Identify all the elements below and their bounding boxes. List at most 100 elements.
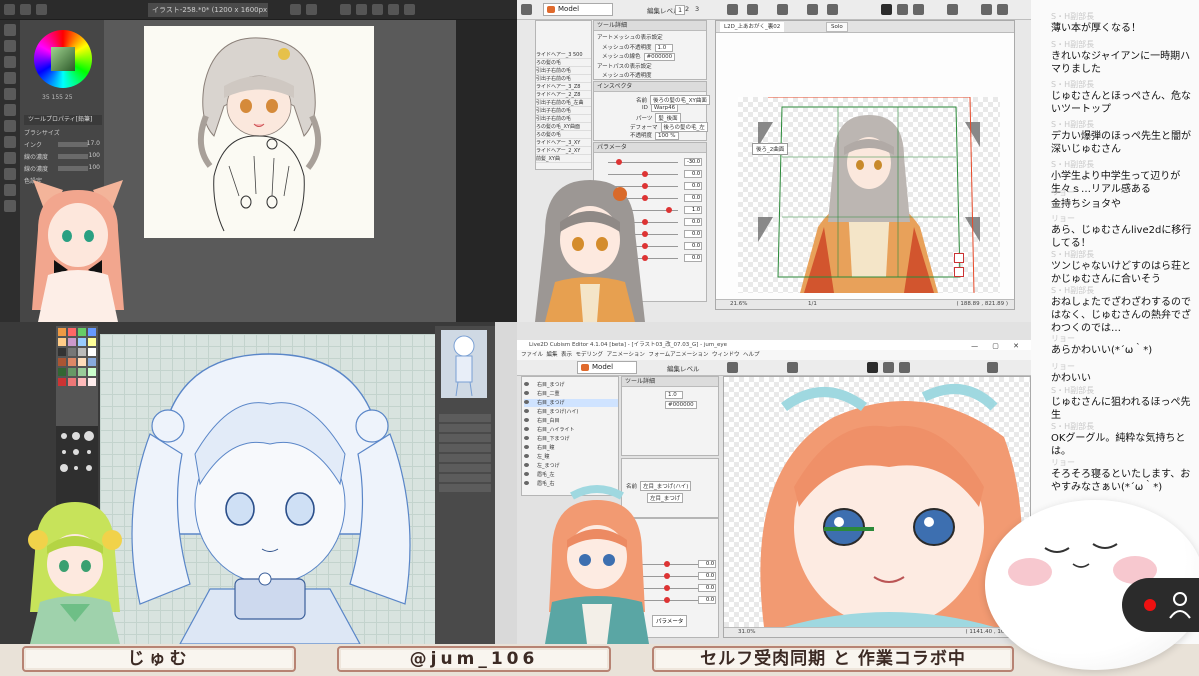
chat-message: リョー そろそろ寝るといたします、おやすみなさぁい(*´ω｀*) xyxy=(1051,458,1191,493)
list-item[interactable]: 右目_二重 xyxy=(524,390,618,398)
text-tool-icon[interactable] xyxy=(4,184,16,196)
layer-row[interactable] xyxy=(439,454,491,462)
menu-item[interactable]: アニメーション xyxy=(607,352,645,358)
blue-sketch-drawing xyxy=(131,353,411,644)
list-item[interactable]: 右目_まつげ(ハイ) xyxy=(524,408,618,416)
gradient-tool-icon[interactable] xyxy=(4,168,16,180)
parameter-row[interactable]: -30.0 xyxy=(596,157,704,167)
list-item[interactable]: 右目_瞳 xyxy=(524,444,618,452)
edit-level-1[interactable]: 1 xyxy=(675,5,686,15)
zoom-icon[interactable] xyxy=(372,4,383,15)
pencil-tool-icon[interactable] xyxy=(4,104,16,116)
fill-tool-icon[interactable] xyxy=(4,152,16,164)
view-icon[interactable] xyxy=(947,4,958,15)
menu-item[interactable]: ファイル xyxy=(521,352,543,358)
reference-thumbnail[interactable] xyxy=(441,330,487,398)
viewport-tab[interactable]: L2D_上あおがく_裏02 xyxy=(720,22,785,32)
property-row[interactable]: インク 17.0 xyxy=(24,140,102,149)
mesh-tool-icon[interactable] xyxy=(727,362,738,373)
model-select[interactable]: Model xyxy=(543,3,613,16)
list-item[interactable]: 右目_下まつげ xyxy=(524,435,618,443)
pin-icon[interactable] xyxy=(987,362,998,373)
color-square[interactable] xyxy=(51,47,75,71)
menu-item[interactable]: ヘルプ xyxy=(743,352,760,358)
chat-message: S・H副部長 OKグーグル。純粋な気持ちとは。 xyxy=(1051,422,1186,457)
property-row[interactable]: ブラシサイズ xyxy=(24,128,102,137)
canvas-workspace xyxy=(104,20,456,322)
list-item[interactable]: 右目_まつげ xyxy=(524,399,618,407)
eyedrop-tool-icon[interactable] xyxy=(4,72,16,84)
lasso-tool-icon[interactable] xyxy=(4,56,16,68)
layer-row[interactable] xyxy=(439,484,491,492)
select-tool-icon[interactable] xyxy=(4,24,16,36)
pin-icon[interactable] xyxy=(981,4,992,15)
lasso-icon[interactable] xyxy=(897,4,908,15)
select-arrow-icon[interactable] xyxy=(881,4,892,15)
edit-level-3[interactable]: 3 xyxy=(695,5,699,13)
shape-tool-icon[interactable] xyxy=(4,200,16,212)
menu-icon[interactable] xyxy=(521,4,532,15)
edit-level-2[interactable]: 2 xyxy=(685,5,689,13)
list-item[interactable]: 左_まつげ xyxy=(524,462,618,470)
lasso-icon[interactable] xyxy=(883,362,894,373)
undo-icon[interactable] xyxy=(20,4,31,15)
canvas-tab[interactable]: イラスト-258.*0* (1200 x 1600px 350dpi 66.6%… xyxy=(148,3,268,17)
menu-item[interactable]: ウィンドウ xyxy=(712,352,740,358)
brush-icon[interactable] xyxy=(913,4,924,15)
parameter-header: パラメータ xyxy=(594,143,706,153)
select-arrow-icon[interactable] xyxy=(867,362,878,373)
sketch-canvas[interactable] xyxy=(100,334,435,644)
rotate-tool-icon[interactable] xyxy=(827,4,838,15)
deform-tool-icon[interactable] xyxy=(787,362,798,373)
warp-tool-icon[interactable] xyxy=(807,4,818,15)
menu-item[interactable]: モデリング xyxy=(576,352,604,358)
window-controls[interactable]: — ▢ ✕ xyxy=(971,342,1025,350)
list-item[interactable]: 眉毛_左 xyxy=(524,471,618,479)
model-select[interactable]: Model xyxy=(577,361,637,374)
menu-item[interactable]: フォームアニメーション xyxy=(648,352,708,358)
move-tool-icon[interactable] xyxy=(4,40,16,52)
flip-icon[interactable] xyxy=(356,4,367,15)
eraser-tool-icon[interactable] xyxy=(4,136,16,148)
list-item[interactable]: 右目_ハイライト xyxy=(524,426,618,434)
streamer-handle: @jum_106 xyxy=(337,646,611,672)
drawing-canvas[interactable] xyxy=(144,26,374,238)
mesh-tool-icon[interactable] xyxy=(727,4,738,15)
menu-icon[interactable] xyxy=(4,4,15,15)
tool-property-title: ツールプロパティ[鉛筆] xyxy=(24,115,102,125)
color-swatch-grid[interactable] xyxy=(56,326,98,426)
tool-icon[interactable] xyxy=(306,4,317,15)
pin-icon[interactable] xyxy=(954,267,964,277)
menu-item[interactable]: 編集 xyxy=(547,352,558,358)
layer-row[interactable] xyxy=(439,444,491,452)
layer-row[interactable] xyxy=(439,474,491,482)
brush-icon[interactable] xyxy=(899,362,910,373)
viewport-canvas[interactable] xyxy=(738,96,1000,294)
redo-icon[interactable] xyxy=(36,4,47,15)
list-item[interactable]: 右目_白目 xyxy=(524,417,618,425)
close-icon[interactable] xyxy=(954,253,964,263)
layer-row[interactable] xyxy=(439,434,491,442)
solo-toggle[interactable]: Solo xyxy=(826,22,848,32)
sketch-drawing xyxy=(197,37,321,232)
mesh-tool-icon[interactable] xyxy=(747,4,758,15)
parameter-button[interactable]: パラメータ xyxy=(652,615,688,627)
pen-icon[interactable] xyxy=(997,4,1008,15)
model-viewport[interactable]: L2D_上あおがく_裏02 Solo 後ろ_2曲面 21.6% 1/1 (18… xyxy=(715,20,1015,310)
pen-tool-icon[interactable] xyxy=(4,88,16,100)
tool-icon[interactable] xyxy=(290,4,301,15)
fit-icon[interactable] xyxy=(388,4,399,15)
rotate-icon[interactable] xyxy=(340,4,351,15)
layer-row[interactable] xyxy=(439,414,491,422)
live-control-button[interactable] xyxy=(1122,578,1199,632)
deform-tool-icon[interactable] xyxy=(777,4,788,15)
inspector-panel: インスペクタ 名前 後ろの髪の毛_XY曲面 ID Warp46 パーツ 髪_後面 デフ… xyxy=(593,81,710,141)
menu-item[interactable]: 表示 xyxy=(561,352,572,358)
list-item[interactable]: 左_瞳 xyxy=(524,453,618,461)
color-wheel[interactable] xyxy=(34,30,92,88)
brush-tool-icon[interactable] xyxy=(4,120,16,132)
list-item[interactable]: 右目_まつげ xyxy=(524,381,618,389)
layer-row[interactable] xyxy=(439,464,491,472)
hand-icon[interactable] xyxy=(404,4,415,15)
layer-row[interactable] xyxy=(439,424,491,432)
